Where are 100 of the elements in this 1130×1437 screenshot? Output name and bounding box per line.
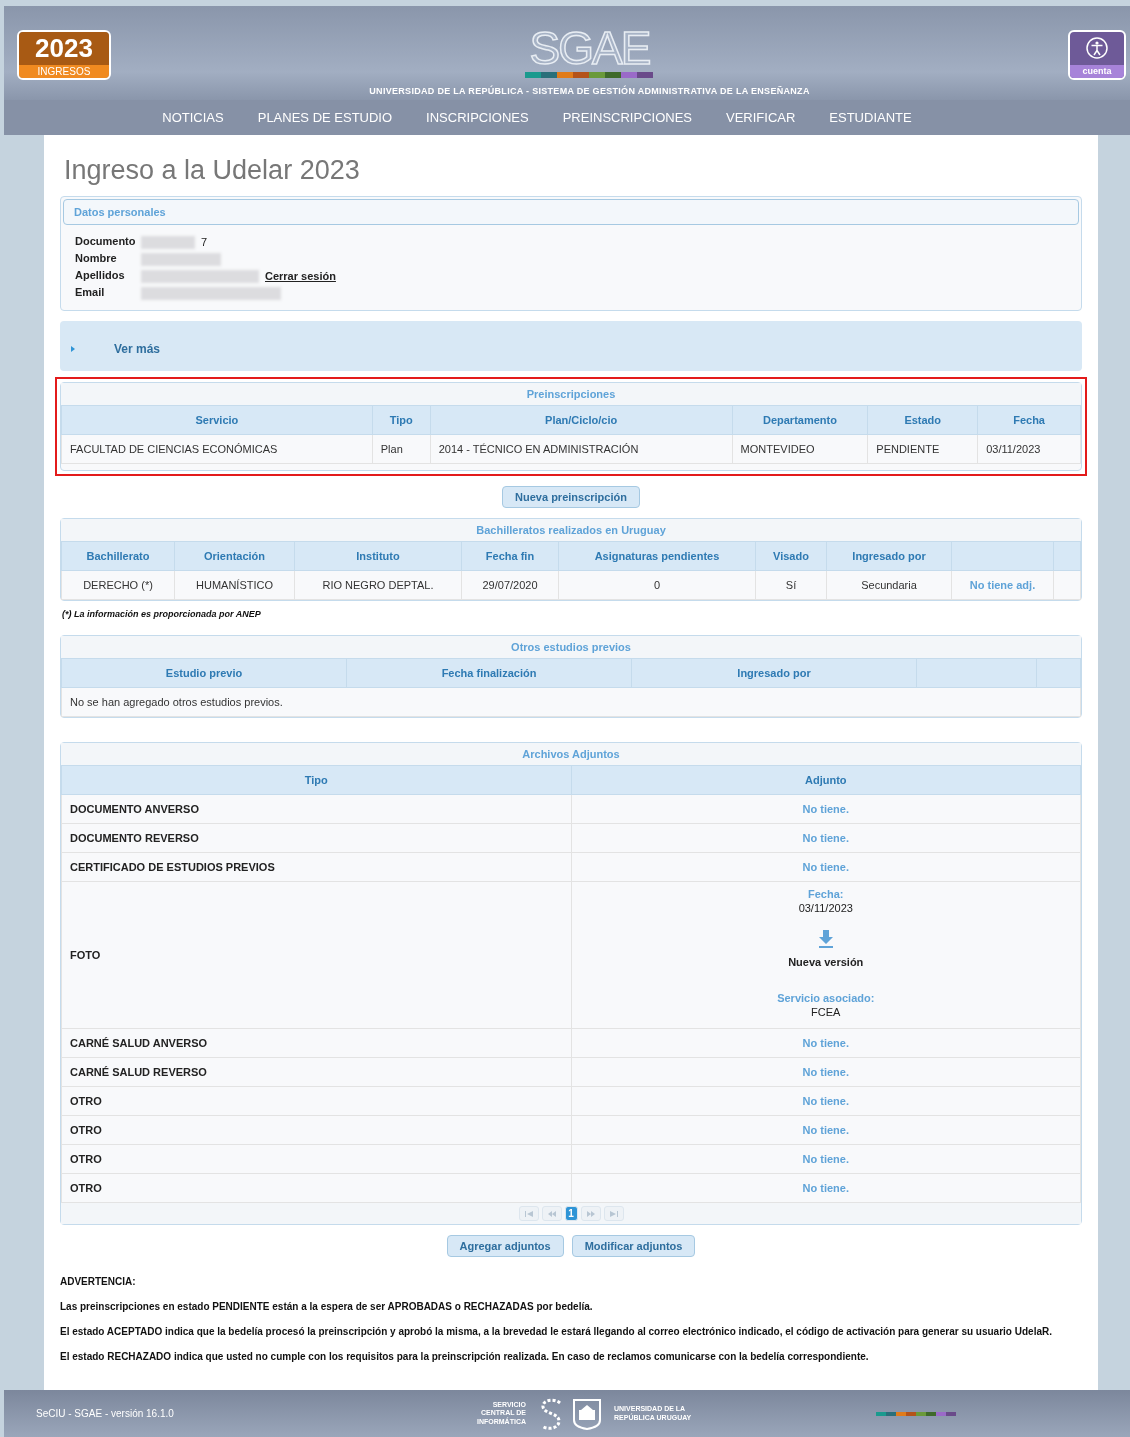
column-header: Tipo bbox=[61, 766, 571, 795]
caret-icon bbox=[70, 345, 76, 353]
tagline: UNIVERSIDAD DE LA REPÚBLICA - SISTEMA DE GESTIÓN ADMINISTRATIVA DE LA ENSEÑANZA bbox=[369, 86, 810, 96]
ver-mas-link[interactable]: Ver más bbox=[114, 342, 161, 356]
service-value: FCEA bbox=[811, 1006, 841, 1018]
table-cell: CERTIFICADO DE ESTUDIOS PREVIOS bbox=[61, 852, 571, 882]
no-attachment-link[interactable]: No tiene. bbox=[802, 1124, 849, 1136]
table-cell: OTRO bbox=[61, 1086, 571, 1116]
column-header: Bachillerato bbox=[61, 542, 175, 571]
column-header: Estudio previo bbox=[61, 659, 347, 688]
service-label: Servicio asociado: bbox=[777, 992, 875, 1004]
empty-message: No se han agregado otros estudios previos. bbox=[61, 687, 1081, 717]
nav-link[interactable]: PREINSCRIPCIONES bbox=[562, 110, 692, 125]
date-value: 03/11/2023 bbox=[798, 902, 853, 914]
column-header: Estado bbox=[867, 406, 978, 435]
logout-link[interactable]: Cerrar sesión bbox=[265, 270, 336, 282]
field-label: Apellidos bbox=[75, 269, 126, 283]
attachments-button[interactable]: Modificar adjuntos bbox=[571, 1235, 696, 1257]
table-cell: Plan bbox=[372, 434, 431, 464]
table-cell: DOCUMENTO REVERSO bbox=[61, 823, 571, 853]
table-cell: Secundaria bbox=[826, 570, 952, 600]
nav-link[interactable]: PLANES DE ESTUDIO bbox=[257, 110, 393, 125]
no-attachment-link[interactable]: No tiene. bbox=[802, 1037, 849, 1049]
table-cell: 0 bbox=[558, 570, 756, 600]
no-attachment-link[interactable]: No tiene. bbox=[802, 832, 849, 844]
no-attachment-link[interactable]: No tiene. bbox=[802, 1182, 849, 1194]
last-page-icon bbox=[609, 1210, 618, 1217]
table-cell: DOCUMENTO ANVERSO bbox=[61, 794, 571, 824]
no-attachment-link[interactable]: No tiene. bbox=[802, 1066, 849, 1078]
page-title: Ingreso a la Udelar 2023 bbox=[64, 155, 361, 186]
table-cell: CARNÉ SALUD REVERSO bbox=[61, 1057, 571, 1087]
no-attachment-link[interactable]: No tiene. bbox=[802, 861, 849, 873]
nav-link[interactable]: NOTICIAS bbox=[162, 110, 224, 125]
table-cell: DERECHO (*) bbox=[61, 570, 175, 600]
field-value: 7 bbox=[201, 236, 208, 248]
table-title: Otros estudios previos bbox=[61, 636, 1081, 659]
column-header: Ingresado por bbox=[631, 659, 917, 688]
no-attachment-link[interactable]: No tiene. bbox=[802, 1153, 849, 1165]
warning-paragraph: Las preinscripciones en estado PENDIENTE están a la espera de ser APROBADAS o RECHAZADAS por bedelía. bbox=[60, 1300, 594, 1313]
column-header: Servicio bbox=[61, 406, 373, 435]
table-cell: PENDIENTE bbox=[867, 434, 978, 464]
next-page-icon bbox=[586, 1210, 595, 1217]
column-header: Tipo bbox=[372, 406, 431, 435]
column-header: Fecha finalización bbox=[346, 659, 632, 688]
table-cell: MONTEVIDEO bbox=[732, 434, 868, 464]
accessibility-icon bbox=[1085, 36, 1109, 60]
next-page-button[interactable] bbox=[580, 1206, 601, 1221]
table-cell: FACULTAD DE CIENCIAS ECONÓMICAS bbox=[61, 434, 373, 464]
table-cell: OTRO bbox=[61, 1173, 571, 1203]
color-stripe-icon bbox=[525, 72, 654, 78]
date-label: Fecha: bbox=[808, 888, 844, 900]
nav-link[interactable]: ESTUDIANTE bbox=[829, 110, 912, 125]
table-cell: RIO NEGRO DEPTAL. bbox=[294, 570, 462, 600]
table-cell: Sí bbox=[755, 570, 827, 600]
table-cell: HUMANÍSTICO bbox=[174, 570, 295, 600]
new-version-link[interactable]: Nueva versión bbox=[788, 956, 864, 968]
table-cell: 29/07/2020 bbox=[461, 570, 559, 600]
table-title: Archivos Adjuntos bbox=[61, 743, 1081, 766]
warning-title: ADVERTENCIA: bbox=[60, 1275, 137, 1288]
nav-link[interactable]: INSCRIPCIONES bbox=[426, 110, 529, 125]
footnote: (*) La información es proporcionada por ANEP bbox=[62, 609, 262, 619]
previous-page-button[interactable] bbox=[541, 1206, 562, 1221]
panel-title: Datos personales bbox=[63, 199, 1079, 225]
column-header: Ingresado por bbox=[826, 542, 952, 571]
badge-year: 2023 bbox=[19, 32, 109, 65]
column-header: Plan/Ciclo/cio bbox=[430, 406, 733, 435]
first-page-button[interactable] bbox=[518, 1206, 539, 1221]
column-header: Fecha fin bbox=[461, 542, 559, 571]
table-cell: 2014 - TÉCNICO EN ADMINISTRACIÓN bbox=[430, 434, 733, 464]
table-cell: OTRO bbox=[61, 1115, 571, 1145]
logo-text: SGAE bbox=[529, 24, 650, 72]
table-cell: OTRO bbox=[61, 1144, 571, 1174]
table-cell: 03/11/2023 bbox=[977, 434, 1081, 464]
last-page-button[interactable] bbox=[603, 1206, 624, 1221]
new-preinscription-button[interactable]: Nueva preinscripción bbox=[502, 486, 640, 508]
column-header: Orientación bbox=[174, 542, 295, 571]
version-text: SeCIU - SGAE - versión 16.1.0 bbox=[36, 1408, 175, 1419]
first-page-icon bbox=[524, 1210, 533, 1217]
field-label: Email bbox=[75, 286, 106, 300]
table-title: Bachilleratos realizados en Uruguay bbox=[61, 519, 1081, 542]
badge-label: INGRESOS bbox=[19, 65, 109, 78]
table-title: Preinscripciones bbox=[61, 383, 1081, 406]
table-cell: CARNÉ SALUD ANVERSO bbox=[61, 1028, 571, 1058]
warning-paragraph: El estado RECHAZADO indica que usted no cumple con los requisitos para la preinscripción realizada. En caso de reclamos comunicarse con la bedelía correspondiente. bbox=[60, 1350, 870, 1363]
column-header: Asignaturas pendientes bbox=[558, 542, 756, 571]
color-stripe-icon bbox=[876, 1411, 956, 1416]
column-header: Fecha bbox=[977, 406, 1081, 435]
attachments-button[interactable]: Agregar adjuntos bbox=[446, 1235, 564, 1257]
building-logo-icon bbox=[572, 1397, 602, 1430]
field-label: Nombre bbox=[75, 252, 118, 266]
no-attachment-link[interactable]: No tiene. bbox=[802, 1095, 849, 1107]
table-cell: FOTO bbox=[61, 881, 571, 1029]
nav-link[interactable]: VERIFICAR bbox=[726, 110, 796, 125]
column-header: Instituto bbox=[294, 542, 462, 571]
no-attachment-link[interactable]: No tiene. bbox=[802, 803, 849, 815]
column-header: Visado bbox=[755, 542, 827, 571]
column-header: Adjunto bbox=[571, 766, 1081, 795]
field-label: Documento bbox=[75, 235, 137, 249]
page-button[interactable]: 1 bbox=[564, 1206, 578, 1221]
account-button[interactable]: cuenta bbox=[1068, 30, 1126, 80]
